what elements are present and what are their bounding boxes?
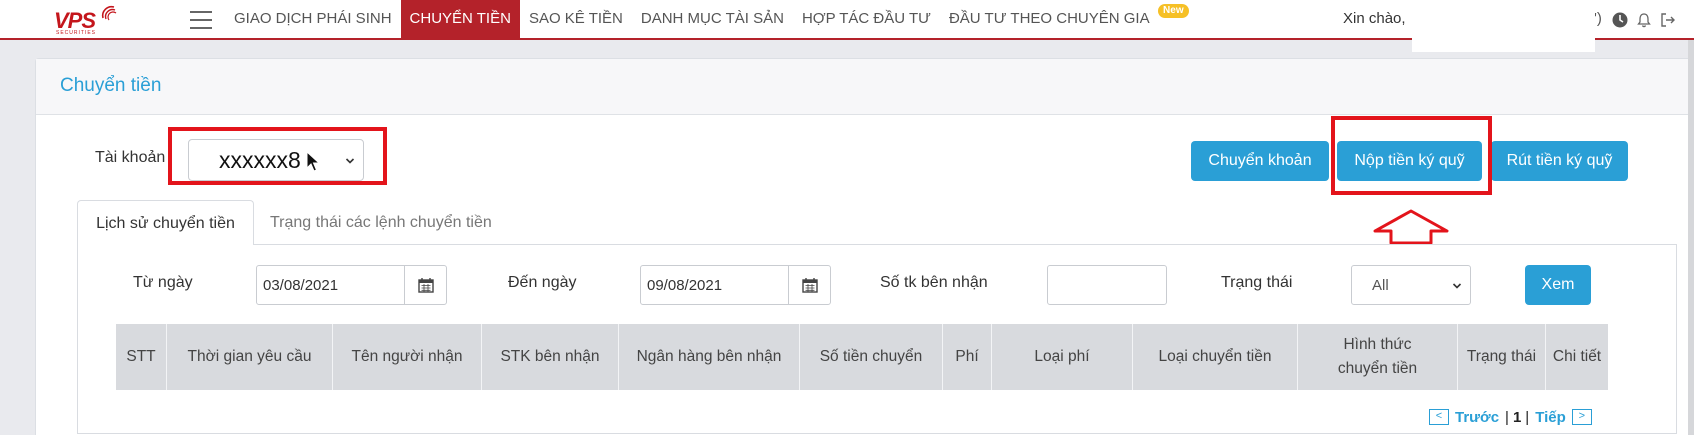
col-recipient-bank: Ngân hàng bên nhận [619, 324, 800, 390]
recipient-account-input[interactable] [1047, 265, 1167, 305]
col-status: Trạng thái [1458, 324, 1546, 390]
tab-transfer-status[interactable]: Trạng thái các lệnh chuyển tiền [270, 200, 492, 245]
chevron-down-icon [1452, 283, 1462, 289]
logo-subtitle: SECURITIES [56, 30, 97, 36]
col-recipient-name: Tên người nhận [333, 324, 482, 390]
nav-item-expert-invest[interactable]: ĐẦU TƯ THEO CHUYÊN GIA New [940, 0, 1189, 38]
deposit-highlight-box [1331, 116, 1492, 195]
col-fee: Phí [943, 324, 992, 390]
col-fee-type: Loại phí [992, 324, 1133, 390]
menu-icon[interactable] [190, 11, 212, 29]
up-arrow-annotation-icon [1373, 209, 1449, 245]
new-badge: New [1158, 4, 1189, 18]
prev-page-link[interactable]: Trước [1455, 409, 1499, 426]
nav-item-portfolio[interactable]: DANH MỤC TÀI SẢN [632, 0, 793, 38]
nav-item-transfer[interactable]: CHUYỂN TIỀN [400, 0, 520, 38]
logout-icon[interactable] [1660, 12, 1676, 28]
logo-arc-icon [101, 5, 117, 21]
redacted-username [1412, 0, 1595, 52]
tab-transfer-history[interactable]: Lịch sử chuyển tiền [77, 200, 254, 245]
status-filter-label: Trạng thái [1221, 274, 1293, 291]
col-transfer-method: Hình thức chuyển tiền [1298, 324, 1458, 390]
col-detail: Chi tiết [1552, 348, 1602, 365]
to-date-value: 09/08/2021 [647, 277, 723, 294]
user-name-suffix: ') [1594, 10, 1602, 27]
current-page: 1 [1512, 408, 1522, 426]
transfer-button[interactable]: Chuyển khoản [1191, 141, 1329, 181]
nav-item-derivatives[interactable]: GIAO DỊCH PHÁI SINH [225, 0, 401, 38]
view-button[interactable]: Xem [1525, 265, 1591, 305]
calendar-icon [802, 278, 818, 293]
to-date-label: Đến ngày [508, 274, 577, 291]
prev-page-icon[interactable]: < [1429, 409, 1449, 425]
page-title: Chuyển tiền [60, 75, 162, 96]
from-date-label: Từ ngày [133, 274, 193, 291]
main-nav: GIAO DỊCH PHÁI SINH CHUYỂN TIỀN SAO KÊ T… [225, 0, 1189, 40]
from-date-value: 03/08/2021 [263, 277, 339, 294]
next-page-icon[interactable]: > [1571, 409, 1592, 425]
page-separator: | [1525, 408, 1530, 426]
to-date-calendar-button[interactable] [788, 266, 830, 304]
user-greeting: Xin chào, [1343, 10, 1406, 27]
pagination: < Trước | 1 | Tiếp > [1429, 407, 1592, 427]
clock-icon[interactable] [1612, 12, 1628, 28]
nav-item-statement[interactable]: SAO KÊ TIỀN [520, 0, 632, 38]
nav-item-cooperation[interactable]: HỢP TÁC ĐẦU TƯ [793, 0, 940, 38]
col-amount: Số tiền chuyển [800, 324, 943, 390]
col-recipient-account: STK bên nhận [482, 324, 619, 390]
to-date-input[interactable]: 09/08/2021 [640, 265, 831, 305]
col-stt: STT [116, 324, 167, 390]
withdraw-margin-button[interactable]: Rút tiền ký quỹ [1491, 141, 1628, 181]
from-date-calendar-button[interactable] [404, 266, 446, 304]
from-date-input[interactable]: 03/08/2021 [256, 265, 447, 305]
next-page-link[interactable]: Tiếp [1535, 409, 1566, 426]
status-select-value: All [1372, 277, 1389, 294]
col-request-time: Thời gian yêu cầu [167, 324, 333, 390]
bell-icon[interactable] [1636, 12, 1652, 28]
page-separator: | [1505, 408, 1509, 426]
table-header: STT Thời gian yêu cầu Tên người nhận STK… [116, 324, 1608, 390]
vps-logo[interactable]: VPS SECURITIES [54, 4, 124, 36]
nav-item-expert-invest-label: ĐẦU TƯ THEO CHUYÊN GIA [948, 10, 1150, 27]
account-highlight-box [168, 127, 387, 185]
recipient-account-label: Số tk bên nhận [880, 274, 988, 291]
calendar-icon [418, 278, 434, 293]
col-transfer-type: Loại chuyển tiền [1133, 324, 1298, 390]
status-select[interactable]: All [1351, 265, 1471, 305]
panel-header: Chuyển tiền [36, 59, 1693, 115]
page-scrollbar[interactable] [1688, 40, 1694, 435]
account-label: Tài khoản [95, 149, 166, 166]
